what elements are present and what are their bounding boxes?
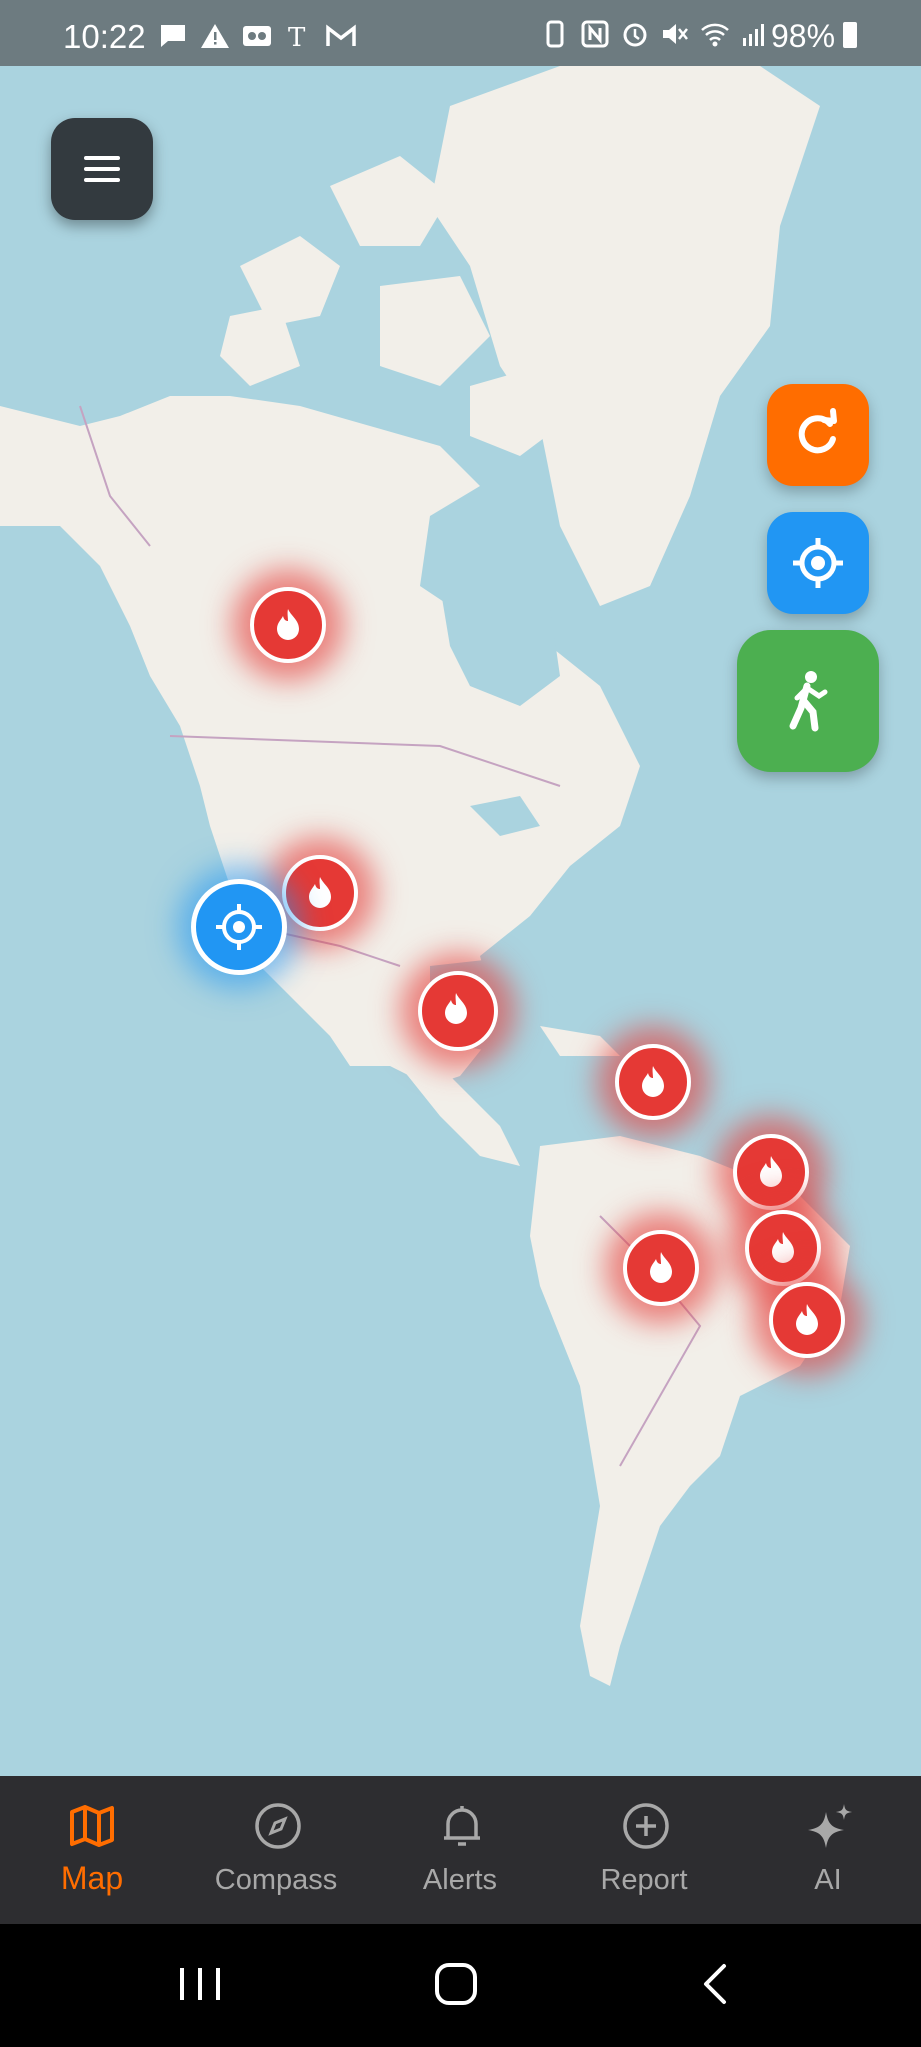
fire-marker[interactable] [745,1210,821,1286]
refresh-button[interactable] [767,384,869,486]
fire-icon [445,993,467,1024]
battery-level: 98% [771,18,836,54]
warning-icon [200,22,230,50]
fire-icon [277,609,299,640]
fire-icon [642,1066,664,1097]
nav-item-map[interactable]: Map [0,1776,184,1924]
plus-circle-icon [623,1803,669,1849]
home-icon [435,1963,477,2005]
walk-icon [789,671,828,732]
voicemail-icon [242,22,272,50]
menu-icon-line [84,178,120,182]
recent-apps-icon [180,1968,220,2000]
user-location-marker[interactable] [191,879,287,975]
refresh-icon [798,408,837,454]
nav-label-compass: Compass [214,1864,338,1896]
nav-item-compass[interactable]: Compass [184,1776,368,1924]
fire-icon [796,1304,818,1335]
fire-marker[interactable] [250,587,326,663]
notification-icons: T [158,22,356,53]
locate-icon [793,538,843,588]
fire-marker[interactable] [769,1282,845,1358]
bell-icon [444,1806,480,1846]
status-time: 10:22 [63,18,146,55]
fire-marker[interactable] [623,1230,699,1306]
bottom-navigation: Map Compass Alerts Report AI [0,1776,921,1924]
fire-icon [650,1252,672,1283]
fire-icon [760,1156,782,1187]
recycle-icon [540,20,570,48]
nav-item-report[interactable]: Report [552,1776,736,1924]
map-icon [70,1805,114,1847]
nav-item-alerts[interactable]: Alerts [368,1776,552,1924]
back-button[interactable] [686,1954,746,2014]
fire-marker[interactable] [615,1044,691,1120]
nav-item-ai[interactable]: AI [736,1776,920,1924]
alarm-icon [620,20,650,48]
wifi-icon [700,20,730,48]
mute-icon [660,20,690,48]
menu-icon-line [84,156,120,160]
message-icon [158,22,188,50]
battery-icon [843,22,857,48]
fire-marker[interactable] [282,855,358,931]
system-status-icons [540,20,770,48]
compass-icon [255,1803,301,1849]
nfc-icon [580,20,610,48]
walk-button[interactable] [737,630,879,772]
nav-label-report: Report [600,1864,688,1896]
home-button[interactable] [426,1954,486,2014]
map-view[interactable] [0,66,921,1776]
map-tiles[interactable] [0,66,921,1776]
nav-label-ai: AI [814,1864,842,1896]
fire-marker[interactable] [733,1134,809,1210]
menu-icon-line [84,167,120,171]
crosshair-icon [216,904,262,950]
status-bar: 10:22 T 98% [0,0,921,66]
fire-icon [772,1232,794,1263]
nav-label-map: Map [60,1860,124,1896]
back-icon [704,1964,726,2004]
system-navigation-bar [0,1924,921,2047]
fire-marker[interactable] [418,971,498,1051]
locate-button[interactable] [767,512,869,614]
signal-icon [740,20,770,48]
nav-label-alerts: Alerts [422,1864,498,1896]
svg-text:T: T [288,23,306,50]
sparkle-icon [808,1804,852,1848]
recent-apps-button[interactable] [170,1954,230,2014]
menu-button[interactable] [51,118,153,220]
gmail-icon [326,22,356,50]
news-icon: T [284,22,314,53]
fire-icon [309,877,331,908]
